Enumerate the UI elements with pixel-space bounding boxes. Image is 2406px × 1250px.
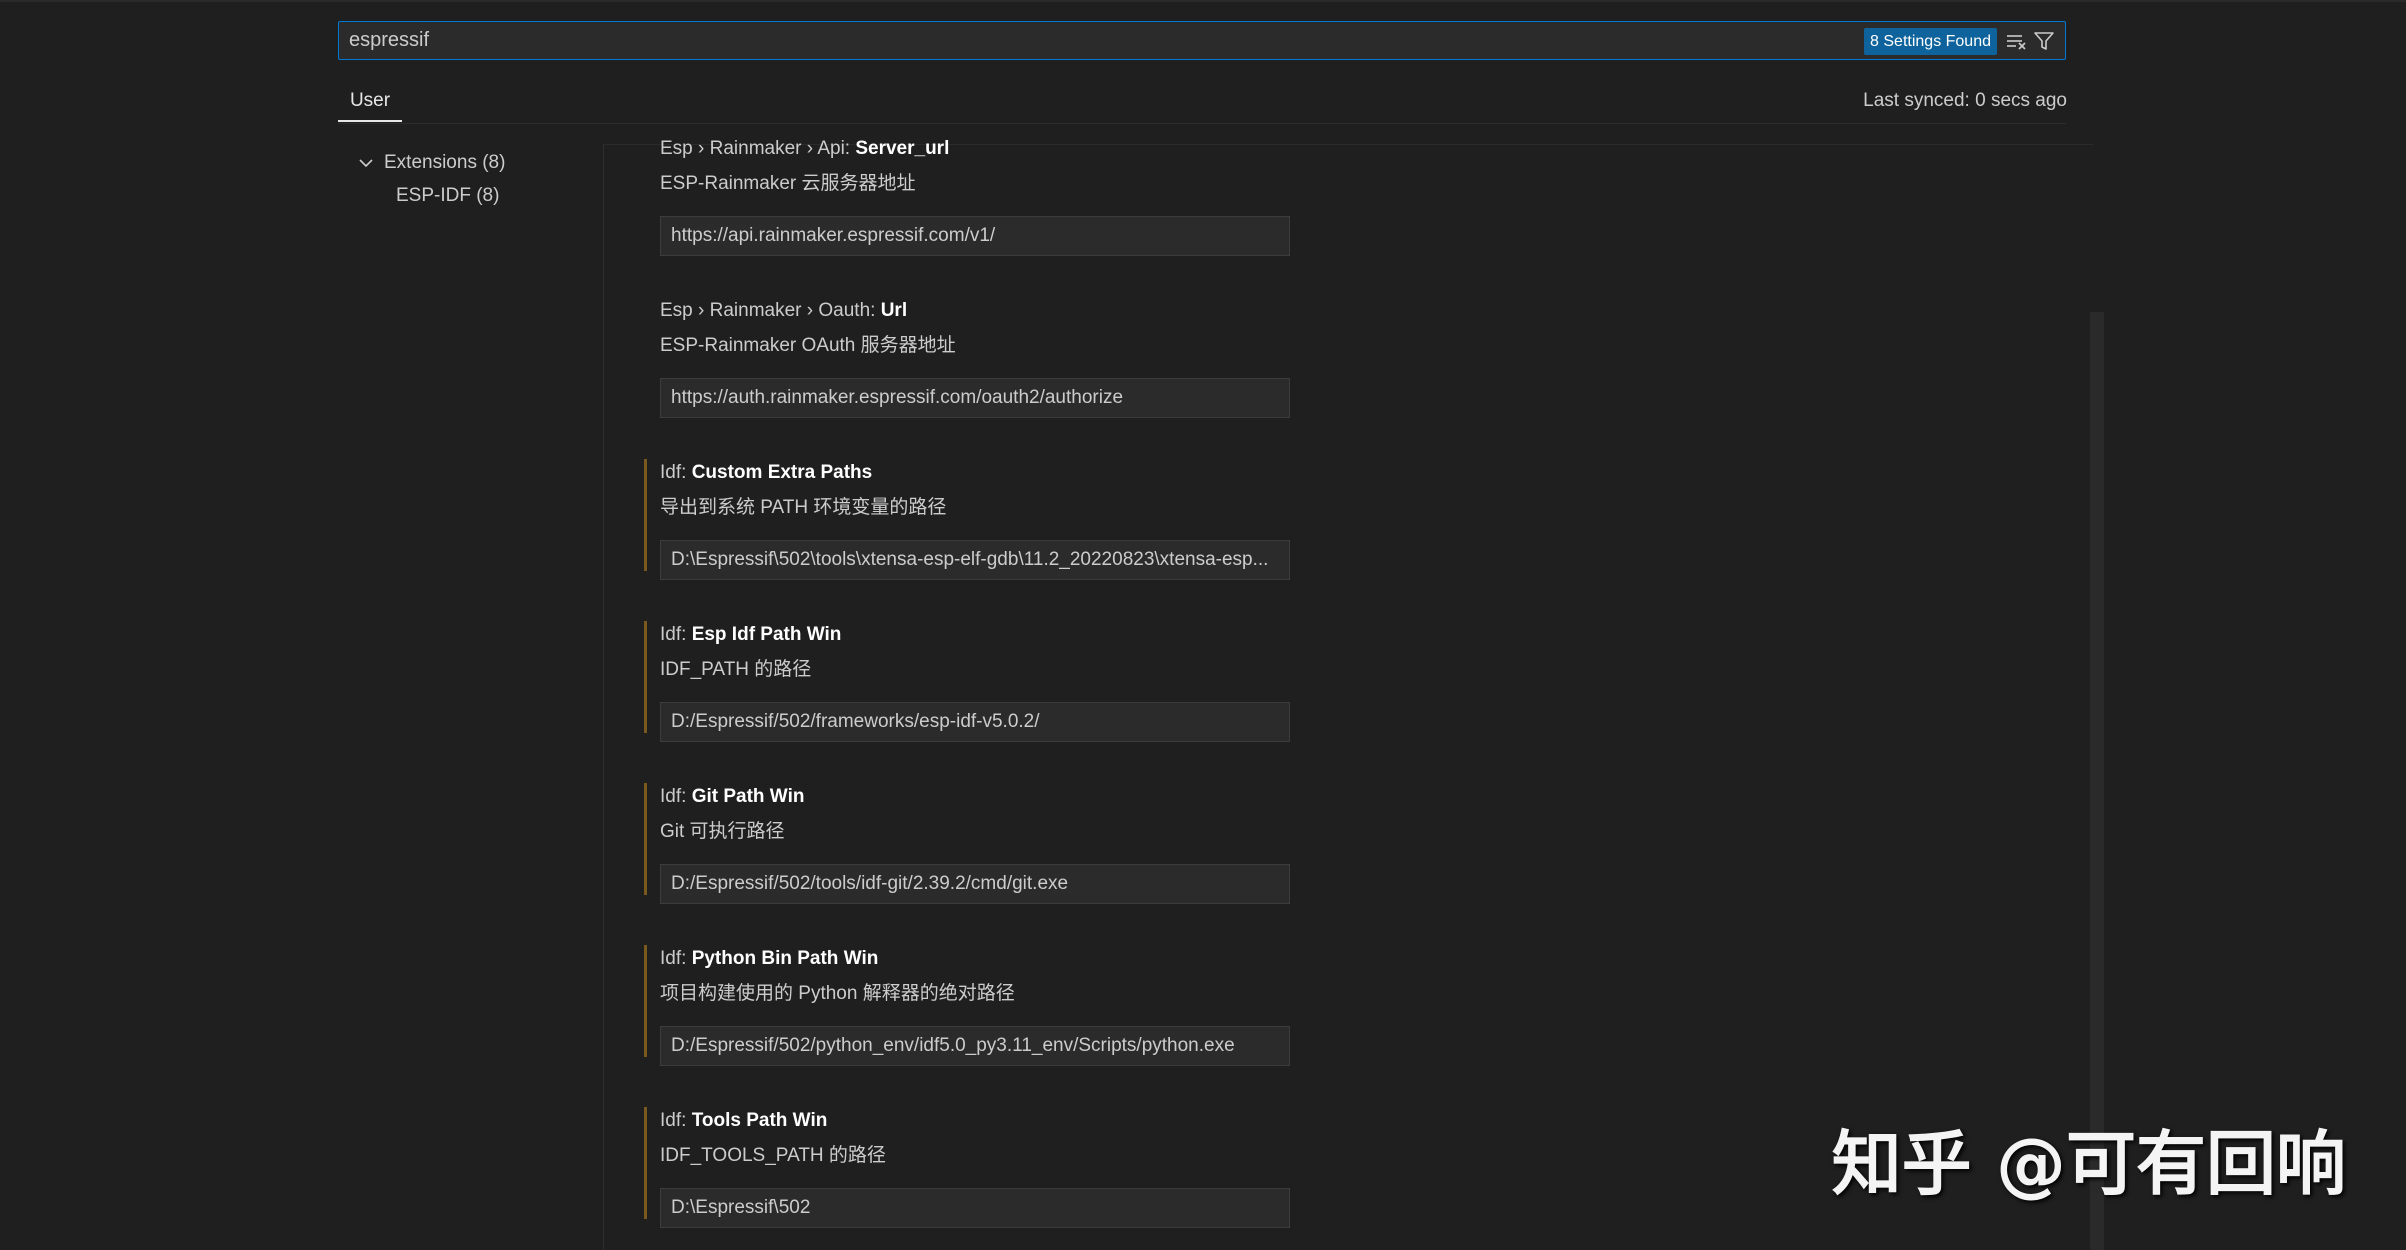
settings-search-box[interactable]: 8 Settings Found (338, 21, 2066, 60)
settings-editor: 8 Settings Found User Last synced: 0 sec… (0, 0, 2406, 1250)
toc-content-divider (603, 145, 604, 1250)
setting-description: ESP-Rainmaker 云服务器地址 (660, 173, 916, 194)
setting-title: Esp › Rainmaker › Oauth: Url (660, 297, 907, 325)
setting-title: Esp › Rainmaker › Api: Server_url (660, 135, 949, 163)
setting-value-input[interactable]: D:/Espressif/502/python_env/idf5.0_py3.1… (660, 1026, 1290, 1066)
clear-filter-icon[interactable] (2005, 30, 2027, 52)
setting-name: Tools Path Win (691, 1110, 828, 1131)
setting-value-input[interactable]: https://api.rainmaker.espressif.com/v1/ (660, 216, 1290, 256)
setting-category: Esp › Rainmaker › Api: (660, 138, 856, 159)
setting-value-input[interactable]: D:/Espressif/502/frameworks/esp-idf-v5.0… (660, 702, 1290, 742)
setting-description: IDF_TOOLS_PATH 的路径 (660, 1145, 886, 1166)
setting-description: ESP-Rainmaker OAuth 服务器地址 (660, 335, 956, 356)
last-synced-status: Last synced: 0 secs ago (1863, 90, 2067, 111)
setting-category: Idf: (660, 462, 692, 483)
setting-category: Idf: (660, 786, 692, 807)
setting-name: Esp Idf Path Win (691, 624, 842, 645)
setting-description: 导出到系统 PATH 环境变量的路径 (660, 497, 947, 518)
setting-description: 项目构建使用的 Python 解释器的绝对路径 (660, 983, 1015, 1004)
tabs-divider (338, 123, 2066, 124)
setting-name: Url (880, 300, 908, 321)
setting-value-input[interactable]: D:\Espressif\502 (660, 1188, 1290, 1228)
toc-item-esp-idf[interactable]: ESP-IDF (8) (396, 182, 499, 210)
setting-category: Esp › Rainmaker › Oauth: (660, 300, 881, 321)
setting-description: IDF_PATH 的路径 (660, 659, 812, 680)
setting-category: Idf: (660, 624, 692, 645)
setting-description: Git 可执行路径 (660, 821, 785, 842)
zhihu-watermark: 知乎 @可有回响 (1831, 1123, 2346, 1205)
title-strip (0, 0, 2406, 2)
settings-search-input[interactable] (349, 22, 1849, 58)
setting-value-input[interactable]: D:/Espressif/502/tools/idf-git/2.39.2/cm… (660, 864, 1290, 904)
setting-name: Custom Extra Paths (691, 462, 873, 483)
filter-icon[interactable] (2033, 30, 2055, 52)
setting-name: Git Path Win (691, 786, 805, 807)
setting-category: Idf: (660, 948, 692, 969)
setting-name: Python Bin Path Win (691, 948, 879, 969)
tab-user[interactable]: User (338, 86, 402, 122)
toc-extensions-label: Extensions (8) (384, 152, 506, 173)
setting-value-input[interactable]: D:\Espressif\502\tools\xtensa-esp-elf-gd… (660, 540, 1290, 580)
setting-title: Idf: Git Path Win (660, 783, 804, 811)
toc-item-extensions[interactable]: Extensions (8) (356, 149, 505, 177)
setting-name: Server_url (855, 138, 950, 159)
setting-value-input[interactable]: https://auth.rainmaker.espressif.com/oau… (660, 378, 1290, 418)
setting-title: Idf: Esp Idf Path Win (660, 621, 841, 649)
chevron-down-icon (359, 159, 373, 168)
results-count-badge: 8 Settings Found (1864, 28, 1997, 55)
setting-title: Idf: Tools Path Win (660, 1107, 827, 1135)
setting-category: Idf: (660, 1110, 692, 1131)
setting-title: Idf: Python Bin Path Win (660, 945, 878, 973)
setting-title: Idf: Custom Extra Paths (660, 459, 872, 487)
